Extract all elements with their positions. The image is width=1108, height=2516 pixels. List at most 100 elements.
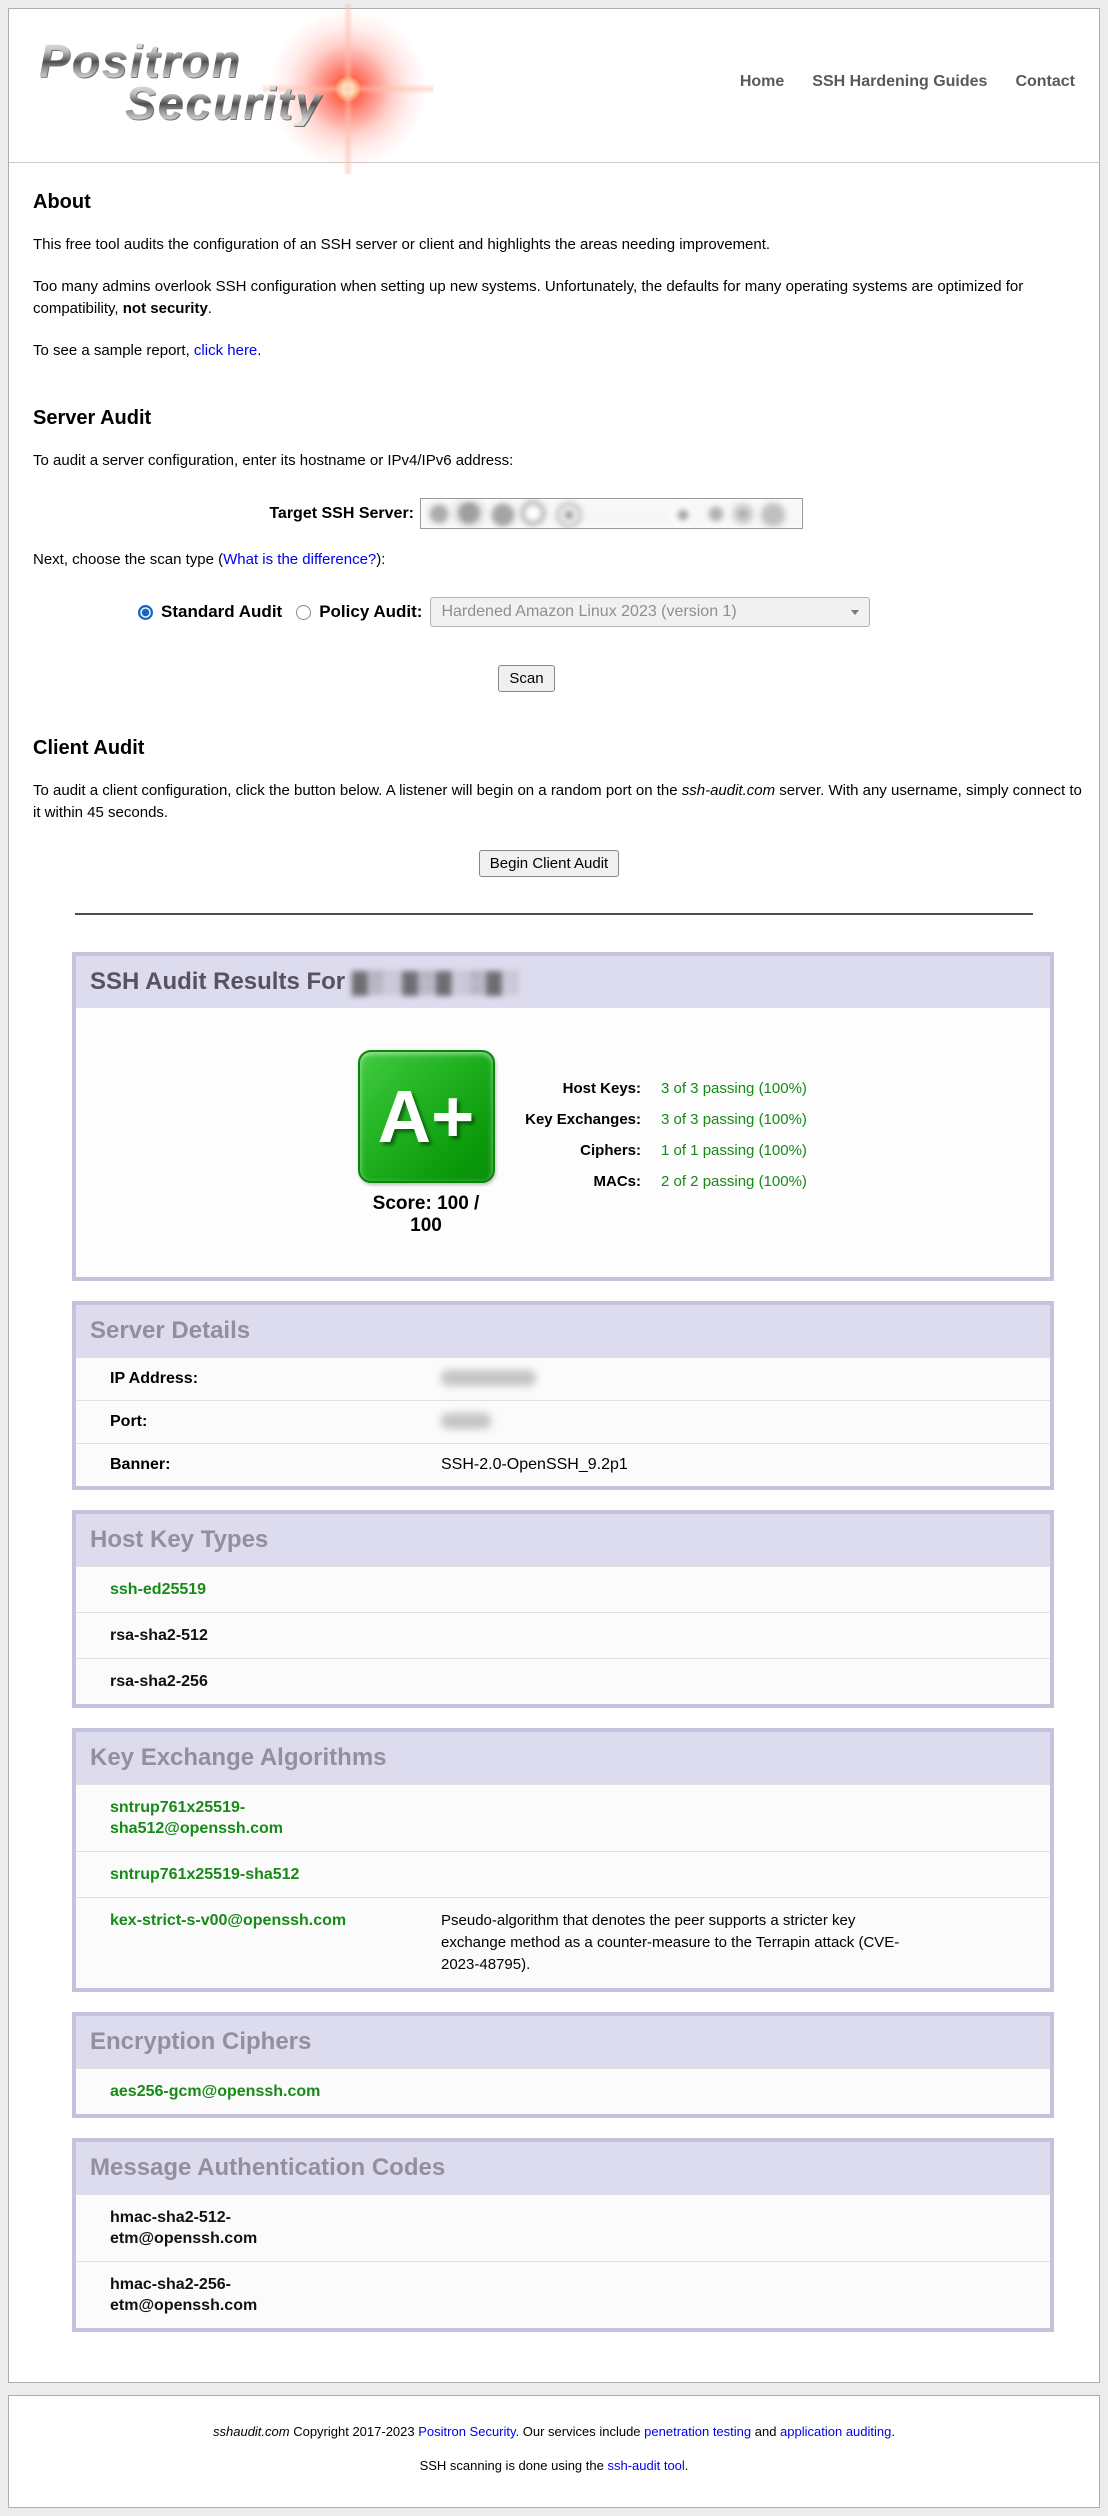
kex-note: Pseudo-algorithm that denotes the peer s… [441,1910,921,1976]
detail-row-ip: IP Address: [76,1357,1050,1400]
application-auditing-link[interactable]: application auditing [780,2424,891,2439]
chevron-down-icon [851,610,859,615]
sample-report-link[interactable]: click here [194,342,257,359]
policy-audit-label[interactable]: Policy Audit: [319,602,422,622]
footer-period: . [891,2424,895,2439]
stat-label: MACs: [496,1166,641,1197]
footer: sshaudit.com Copyright 2017-2023 Positro… [8,2395,1100,2508]
main-nav: Home SSH Hardening Guides Contact [740,73,1075,91]
about-paragraph-1: This free tool audits the configuration … [33,234,1083,256]
host-key-row: rsa-sha2-256 [76,1658,1050,1704]
key-exchange-panel: Key Exchange Algorithms sntrup761x25519-… [72,1728,1054,1992]
scan-type-suffix: ): [376,551,385,568]
stats-column: Host Keys: 3 of 3 passing (100%) Key Exc… [496,1050,807,1237]
kex-name: sntrup761x25519-sha512 [110,1866,299,1883]
results-body: A+ Score: 100 / 100 Host Keys: 3 of 3 pa… [76,1008,1050,1277]
target-server-row: Target SSH Server: [25,498,1083,529]
positron-security-link[interactable]: Positron Security [418,2424,515,2439]
redacted-input-value [421,499,802,528]
nav-home[interactable]: Home [740,73,784,91]
ip-address-label: IP Address: [110,1370,441,1388]
stat-row-macs: MACs: 2 of 2 passing (100%) [496,1166,807,1197]
scan-type-difference-link[interactable]: What is the difference? [223,551,376,568]
footer-and-text: and [751,2424,780,2439]
encryption-ciphers-header: Encryption Ciphers [76,2016,1050,2068]
begin-client-audit-row: Begin Client Audit [25,850,1073,877]
scan-type-line: Next, choose the scan type (What is the … [33,549,1083,571]
about-paragraph-2: Too many admins overlook SSH configurati… [33,276,1083,320]
client-audit-text: To audit a client configuration, click t… [33,782,682,799]
mac-name: hmac-sha2-256- etm@openssh.com [110,2274,257,2316]
detail-row-banner: Banner: SSH-2.0-OpenSSH_9.2p1 [76,1443,1050,1486]
mac-row: hmac-sha2-512- etm@openssh.com [76,2194,1050,2261]
host-key-row: rsa-sha2-512 [76,1612,1050,1658]
policy-select[interactable]: Hardened Amazon Linux 2023 (version 1) [430,597,870,627]
ssh-audit-tool-link[interactable]: ssh-audit tool [607,2458,684,2473]
grade-letter: A+ [378,1080,475,1154]
host-key-row: ssh-ed25519 [76,1566,1050,1612]
penetration-testing-link[interactable]: penetration testing [644,2424,751,2439]
footer-line-1: sshaudit.com Copyright 2017-2023 Positro… [9,2424,1099,2439]
nav-contact[interactable]: Contact [1015,73,1075,91]
policy-audit-radio[interactable] [296,605,311,620]
kex-row: kex-strict-s-v00@openssh.com Pseudo-algo… [76,1897,1050,1988]
about-p3-period: . [257,342,261,359]
positron-security-logo[interactable]: Positron Security [25,16,455,156]
host-key-name: rsa-sha2-512 [110,1625,208,1646]
cipher-row: aes256-gcm@openssh.com [76,2068,1050,2114]
stat-label: Host Keys: [496,1073,641,1104]
scan-button-row: Scan [25,665,1028,692]
footer-line-2: SSH scanning is done using the ssh-audit… [9,2458,1099,2473]
banner-label: Banner: [110,1456,441,1474]
footer-line2-period: . [685,2458,689,2473]
port-label: Port: [110,1413,441,1431]
scan-button[interactable]: Scan [498,665,554,692]
target-ssh-server-label: Target SSH Server: [25,505,414,523]
stat-value: 1 of 1 passing (100%) [641,1135,807,1166]
standard-audit-radio[interactable] [138,605,153,620]
footer-site-name: sshaudit.com [213,2424,290,2439]
stat-value: 2 of 2 passing (100%) [641,1166,807,1197]
mac-row: hmac-sha2-256- etm@openssh.com [76,2261,1050,2328]
banner-value: SSH-2.0-OpenSSH_9.2p1 [441,1456,628,1474]
stat-row-key-exchanges: Key Exchanges: 3 of 3 passing (100%) [496,1104,807,1135]
target-ssh-server-input[interactable] [420,498,803,529]
standard-audit-label[interactable]: Standard Audit [161,602,282,622]
redacted-ip-value [441,1370,536,1386]
server-audit-intro: To audit a server configuration, enter i… [33,450,1083,472]
nav-ssh-hardening-guides[interactable]: SSH Hardening Guides [812,73,987,91]
footer-copyright-text: Copyright 2017-2023 [290,2424,419,2439]
about-heading: About [33,190,1083,214]
client-audit-domain: ssh-audit.com [682,782,775,799]
mac-name: hmac-sha2-512- etm@openssh.com [110,2207,257,2249]
cipher-name: aes256-gcm@openssh.com [110,2081,320,2102]
score-text: Score: 100 / 100 [356,1193,496,1237]
logo-word-security: Security [125,80,323,126]
results-panel-header: SSH Audit Results For ▓▒░▓▒▓░▒▓░ [76,956,1050,1008]
footer-services-text: . Our services include [516,2424,645,2439]
encryption-ciphers-panel: Encryption Ciphers aes256-gcm@openssh.co… [72,2012,1054,2118]
about-p2-period: . [208,300,212,317]
site-header: Positron Security Home SSH Hardening Gui… [9,9,1099,163]
stat-label: Ciphers: [496,1135,641,1166]
kex-note [441,1797,921,1839]
redacted-hostname: ▓▒░▓▒▓░▒▓░ [352,969,520,994]
kex-row: sntrup761x25519-sha512 [76,1851,1050,1897]
server-audit-heading: Server Audit [33,406,1083,430]
detail-row-port: Port: [76,1400,1050,1443]
main-content-card: Positron Security Home SSH Hardening Gui… [8,8,1100,2383]
kex-name: sntrup761x25519- sha512@openssh.com [110,1799,283,1837]
grade-badge: A+ [358,1050,495,1183]
client-audit-heading: Client Audit [33,736,1083,760]
begin-client-audit-button[interactable]: Begin Client Audit [479,850,619,877]
server-details-header: Server Details [76,1305,1050,1357]
kex-row: sntrup761x25519- sha512@openssh.com [76,1784,1050,1851]
scan-type-text: Next, choose the scan type ( [33,551,223,568]
kex-name: kex-strict-s-v00@openssh.com [110,1912,346,1929]
server-details-panel: Server Details IP Address: Port: Banner:… [72,1301,1054,1490]
stat-label: Key Exchanges: [496,1104,641,1135]
stat-row-host-keys: Host Keys: 3 of 3 passing (100%) [496,1073,807,1104]
about-paragraph-3: To see a sample report, click here. [33,340,1083,362]
footer-scanning-text: SSH scanning is done using the [420,2458,608,2473]
host-key-name: ssh-ed25519 [110,1579,206,1600]
